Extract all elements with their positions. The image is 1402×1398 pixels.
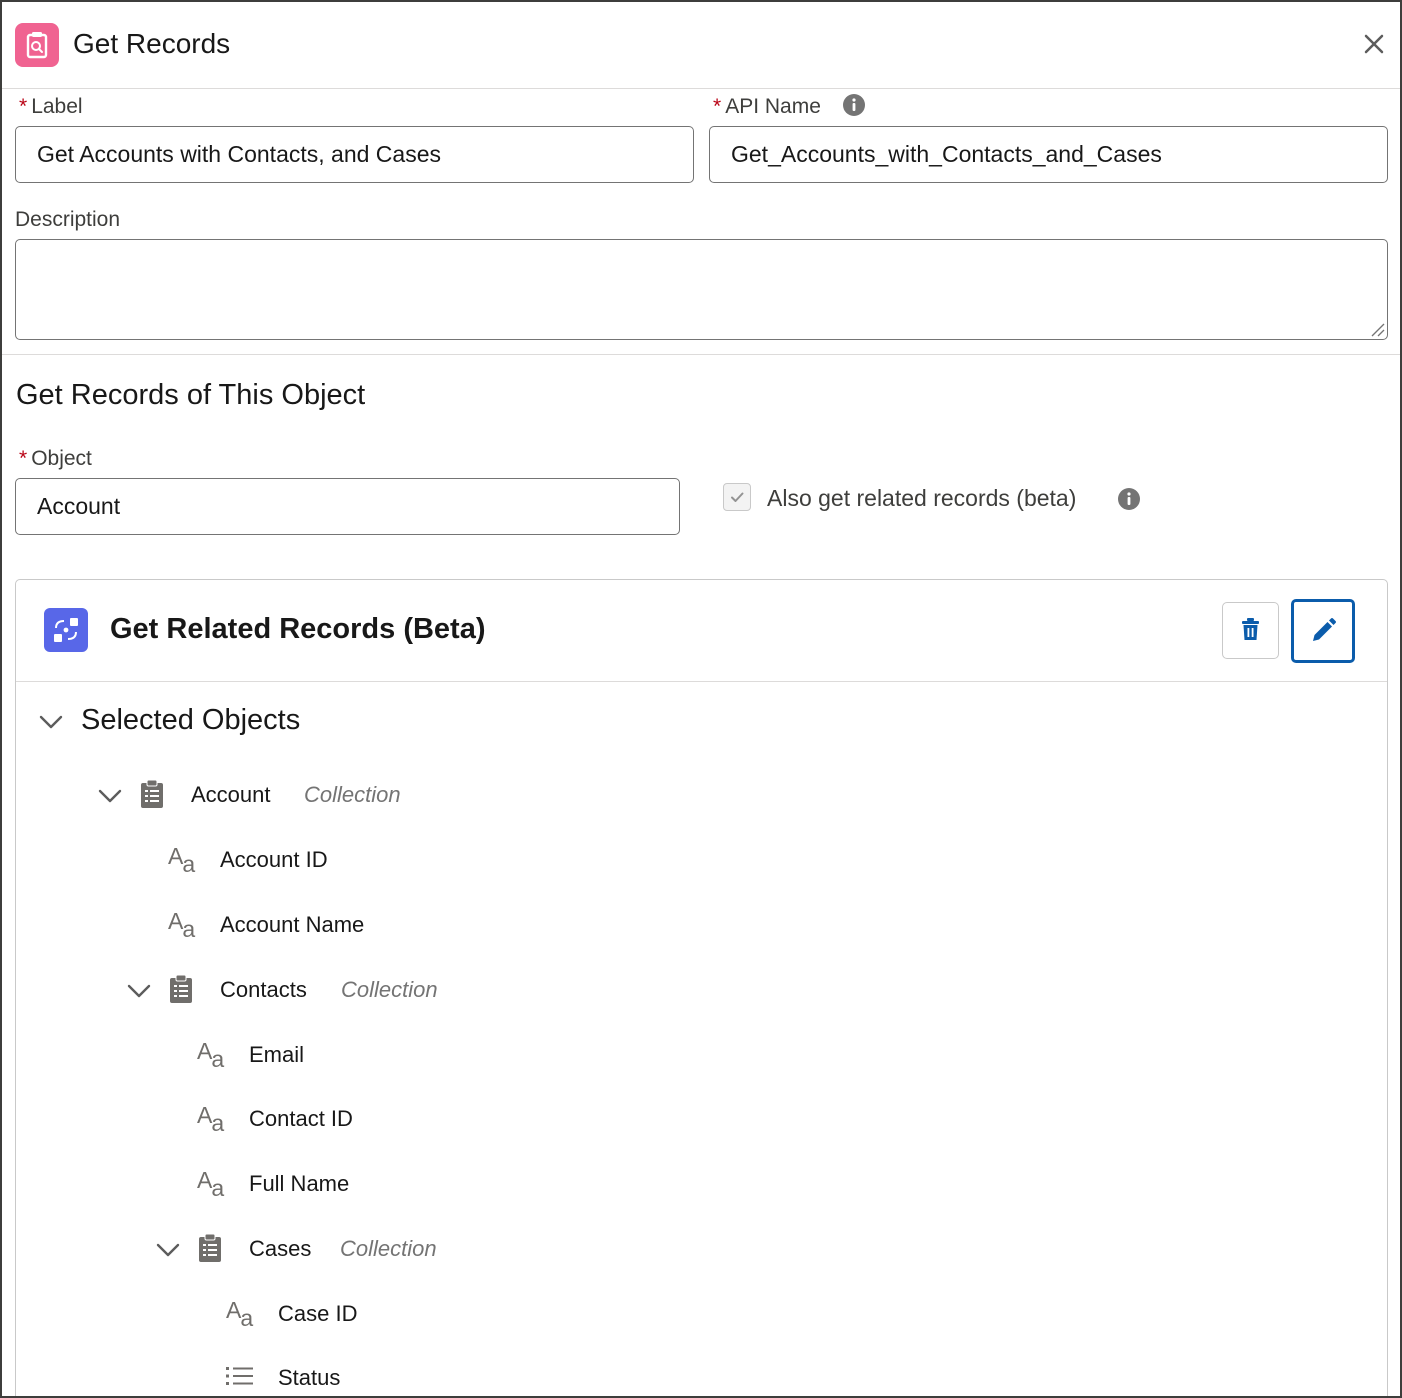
text-field-icon: Aa <box>197 1167 225 1201</box>
object-field-text: Object <box>31 447 92 470</box>
get-records-icon <box>15 23 59 67</box>
object-input[interactable]: Account <box>15 478 680 535</box>
resize-handle-icon[interactable] <box>1369 321 1385 337</box>
description-field-label: Description <box>15 208 121 231</box>
label-field-text: Label <box>31 95 83 118</box>
record-collection-icon <box>167 974 195 1004</box>
record-collection-icon <box>138 779 166 809</box>
text-field-icon: Aa <box>226 1297 254 1331</box>
tree-field-label[interactable]: Account Name <box>220 912 364 938</box>
tree-field-label[interactable]: Full Name <box>249 1171 349 1197</box>
api-name-field-label: * API Name <box>713 95 821 119</box>
card-header: Get Related Records (Beta) <box>16 580 1387 682</box>
object-field-label: * Object <box>19 447 92 471</box>
text-field-icon: Aa <box>168 843 196 877</box>
tree-field-label[interactable]: Email <box>249 1042 304 1068</box>
delete-button[interactable] <box>1222 602 1279 659</box>
tree-field-label[interactable]: Status <box>278 1365 340 1391</box>
collection-type-label: Collection <box>304 782 401 807</box>
info-icon[interactable] <box>842 93 866 117</box>
text-field-icon: Aa <box>168 908 196 942</box>
info-icon[interactable] <box>1117 487 1141 511</box>
tree-field-label[interactable]: Account ID <box>220 847 328 873</box>
pencil-icon <box>1313 618 1336 641</box>
related-records-checkbox[interactable] <box>723 483 751 511</box>
related-records-card: Get Related Records (Beta) Selected Obje… <box>15 579 1388 1396</box>
edit-button[interactable] <box>1291 599 1355 663</box>
description-textarea[interactable] <box>15 239 1388 340</box>
selected-objects-heading: Selected Objects <box>81 704 301 736</box>
get-records-panel: Get Records * Label Get Accounts with Con… <box>0 0 1402 1398</box>
close-icon[interactable] <box>1360 30 1388 58</box>
required-mark: * <box>713 95 722 118</box>
account-chevron-icon[interactable] <box>97 783 123 809</box>
collection-type-label: Collection <box>341 977 438 1002</box>
selected-objects-chevron-icon[interactable] <box>38 709 64 735</box>
tree-field-label[interactable]: Contact ID <box>249 1106 353 1132</box>
text-field-icon: Aa <box>197 1102 225 1136</box>
tree-field-label[interactable]: Case ID <box>278 1301 357 1327</box>
api-name-field-text: API Name <box>725 95 821 118</box>
label-input[interactable]: Get Accounts with Contacts, and Cases <box>15 126 694 183</box>
cases-chevron-icon[interactable] <box>155 1237 181 1263</box>
section-divider <box>2 354 1400 355</box>
contacts-chevron-icon[interactable] <box>126 978 152 1004</box>
required-mark: * <box>19 95 28 118</box>
related-records-label: Also get related records (beta) <box>767 485 1077 511</box>
related-records-icon <box>44 608 88 652</box>
trash-icon <box>1242 618 1259 640</box>
panel-title: Get Records <box>73 28 231 59</box>
record-collection-icon <box>196 1233 224 1263</box>
tree-node-label[interactable]: Cases <box>249 1236 311 1262</box>
picklist-field-icon <box>225 1363 255 1389</box>
text-field-icon: Aa <box>197 1038 225 1072</box>
check-icon <box>731 492 744 502</box>
tree-node-label[interactable]: Account <box>191 782 271 808</box>
required-mark: * <box>19 447 28 470</box>
label-field-label: * Label <box>19 95 83 119</box>
card-title: Get Related Records (Beta) <box>110 613 486 645</box>
api-name-input[interactable]: Get_Accounts_with_Contacts_and_Cases <box>709 126 1388 183</box>
section-title: Get Records of This Object <box>16 379 366 411</box>
tree-node-label[interactable]: Contacts <box>220 977 307 1003</box>
panel-header: Get Records <box>2 2 1400 89</box>
collection-type-label: Collection <box>340 1236 437 1261</box>
